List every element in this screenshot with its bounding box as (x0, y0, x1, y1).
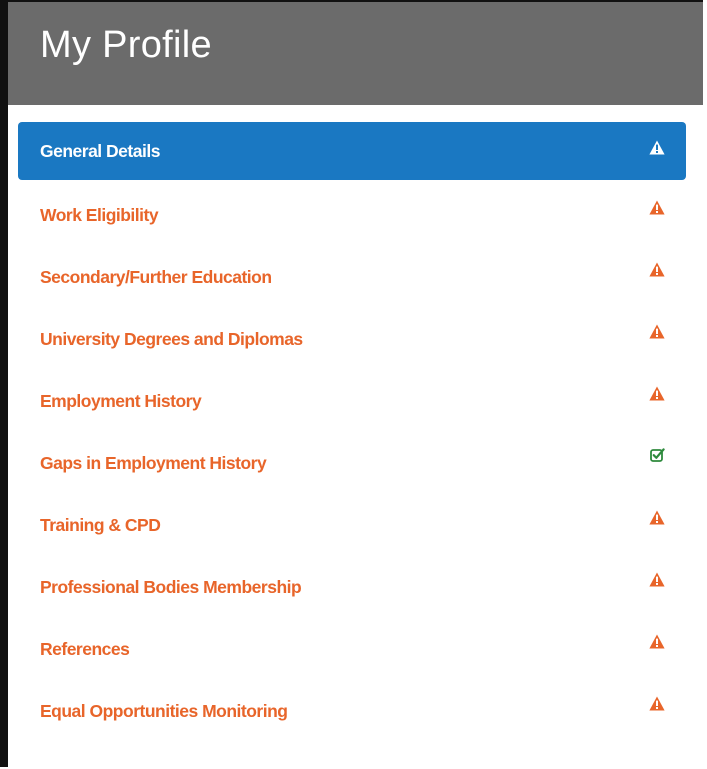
menu-item-training-cpd[interactable]: Training & CPD (18, 492, 686, 554)
warning-icon (648, 694, 666, 712)
menu-item-general-details[interactable]: General Details (18, 122, 686, 180)
menu-item-work-eligibility[interactable]: Work Eligibility (18, 182, 686, 244)
menu-item-label: Work Eligibility (40, 205, 159, 225)
warning-icon (648, 260, 666, 278)
warning-icon (648, 322, 666, 340)
profile-section-menu: General Details Work Eligibility Seconda… (18, 122, 686, 740)
warning-icon (648, 570, 666, 588)
menu-item-gaps-in-employment-history[interactable]: Gaps in Employment History (18, 430, 686, 492)
menu-item-label: Equal Opportunities Monitoring (40, 701, 288, 721)
menu-item-university-degrees[interactable]: University Degrees and Diplomas (18, 306, 686, 368)
warning-icon (648, 508, 666, 526)
warning-icon (648, 138, 666, 156)
menu-item-references[interactable]: References (18, 616, 686, 678)
check-square-icon (648, 446, 666, 464)
profile-panel: My Profile General Details Work Eligibil… (0, 0, 703, 767)
menu-item-label: References (40, 639, 130, 659)
page-title: My Profile (40, 24, 212, 66)
menu-item-label: Training & CPD (40, 515, 161, 535)
menu-item-label: Secondary/Further Education (40, 267, 272, 287)
menu-item-label: Employment History (40, 391, 202, 411)
menu-item-label: Professional Bodies Membership (40, 577, 302, 597)
warning-icon (648, 632, 666, 650)
menu-item-secondary-further-education[interactable]: Secondary/Further Education (18, 244, 686, 306)
menu-item-equal-opportunities-monitoring[interactable]: Equal Opportunities Monitoring (18, 678, 686, 740)
menu-item-label: Gaps in Employment History (40, 453, 267, 473)
warning-icon (648, 384, 666, 402)
menu-item-employment-history[interactable]: Employment History (18, 368, 686, 430)
menu-item-professional-bodies-membership[interactable]: Professional Bodies Membership (18, 554, 686, 616)
menu-item-label: University Degrees and Diplomas (40, 329, 303, 349)
menu-item-label: General Details (40, 141, 160, 161)
warning-icon (648, 198, 666, 216)
panel-header: My Profile (8, 2, 703, 105)
